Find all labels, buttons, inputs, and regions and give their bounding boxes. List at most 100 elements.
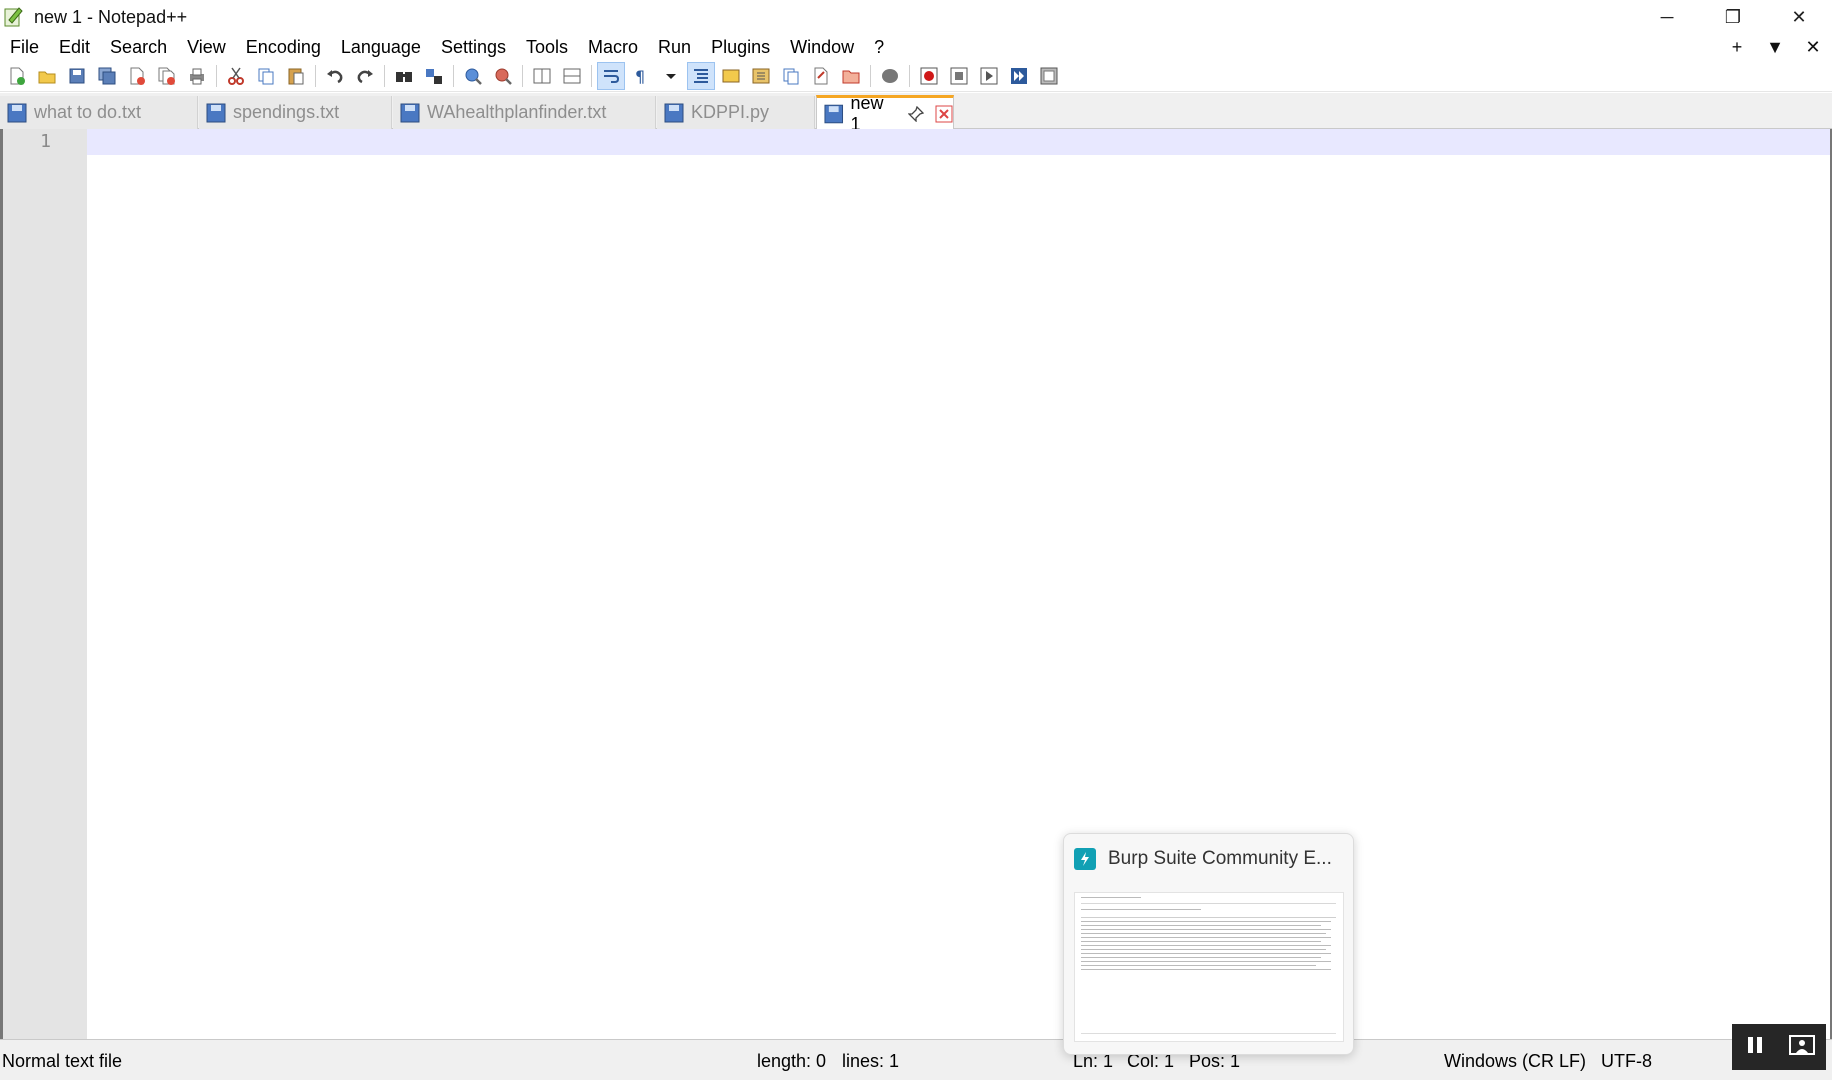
stop-macro-icon[interactable] [946,63,972,89]
menu-macro[interactable]: Macro [578,37,648,58]
toolbar-separator [870,64,871,87]
length-label: length: 0 [757,1051,827,1071]
undo-icon[interactable] [322,63,348,89]
preview-thumbnail [1074,892,1344,1042]
copy-icon[interactable] [253,63,279,89]
tab-label: WAhealthplanfinder.txt [427,102,607,122]
thumbnail-line [1081,941,1321,942]
thumbnail-line [1081,945,1331,946]
taskbar-preview[interactable]: Burp Suite Community E... [1063,833,1354,1055]
tab-kdppi[interactable]: KDPPI.py [657,96,815,129]
thumbnail-line [1081,925,1321,926]
sync-vertical-icon[interactable] [529,63,555,89]
toolbar: ¶ [0,60,1832,92]
monitoring-icon[interactable] [877,63,903,89]
line-number-gutter: 1 [3,129,87,1039]
thumbnail-line [1081,921,1331,922]
tab-bar: what to do.txt spendings.txt WAhealthpla… [0,93,1832,134]
restore-button[interactable]: ❐ [1700,0,1766,34]
paste-icon[interactable] [283,63,309,89]
picture-in-picture-icon[interactable] [1788,1034,1815,1061]
tab-spendings[interactable]: spendings.txt [199,96,392,129]
toolbar-separator [315,64,316,87]
new-file-icon[interactable] [4,63,30,89]
close-window-button[interactable]: ✕ [1766,0,1832,34]
file-type-label: Normal text file [2,1051,123,1071]
close-all-icon[interactable] [154,63,180,89]
thumbnail-line [1081,965,1316,966]
save-icon[interactable] [64,63,90,89]
disk-icon [7,103,27,122]
menu-file[interactable]: File [0,37,49,58]
thumbnail-line [1081,953,1331,954]
indent-guide-icon[interactable] [687,61,715,90]
word-wrap-icon[interactable] [597,61,625,90]
show-all-characters-icon[interactable]: ¶ [628,63,654,89]
doc-map-icon[interactable] [718,63,744,89]
menu-language[interactable]: Language [331,37,431,58]
title-bar: new 1 - Notepad++ ─ ❐ ✕ [0,0,1832,34]
tab-new-1[interactable]: new 1 [816,93,954,134]
play-macro-icon[interactable] [976,63,1002,89]
thumbnail-line [1081,917,1336,918]
toolbar-separator [909,64,910,87]
thumbnail-line [1081,897,1141,898]
save-macro-icon[interactable] [1036,63,1062,89]
burp-suite-icon [1074,848,1096,870]
chevron-down-icon[interactable] [658,63,684,89]
menu-tools[interactable]: Tools [516,37,578,58]
menu-edit[interactable]: Edit [49,37,100,58]
tab-list-dropdown-button[interactable]: ▼ [1756,37,1794,58]
menu-settings[interactable]: Settings [431,37,516,58]
encoding-label[interactable]: UTF-8 [1601,1051,1652,1072]
record-macro-icon[interactable] [916,63,942,89]
find-icon[interactable] [391,63,417,89]
toolbar-separator [453,64,454,87]
minimize-button[interactable]: ─ [1634,0,1700,34]
doc-list-icon[interactable] [808,63,834,89]
tab-what-to-do[interactable]: what to do.txt [0,96,198,129]
print-icon[interactable] [184,63,210,89]
cut-icon[interactable] [223,63,249,89]
menu-plugins[interactable]: Plugins [701,37,780,58]
toolbar-separator [384,64,385,87]
overlay-controls [1732,1024,1826,1070]
open-file-icon[interactable] [34,63,60,89]
zoom-in-icon[interactable] [460,63,486,89]
new-tab-button[interactable]: + [1718,37,1756,58]
pause-icon[interactable] [1744,1034,1766,1061]
zoom-out-icon[interactable] [490,63,516,89]
run-macro-multiple-icon[interactable] [1006,63,1032,89]
disk-icon [400,103,420,122]
folder-icon[interactable] [838,63,864,89]
replace-icon[interactable] [421,63,447,89]
thumbnail-line [1081,1033,1336,1034]
disk-icon [664,103,684,122]
tab-wahealthplanfinder[interactable]: WAhealthplanfinder.txt [393,96,656,129]
menu-view[interactable]: View [177,37,236,58]
menu-run[interactable]: Run [648,37,701,58]
save-all-icon[interactable] [94,63,120,89]
sync-horizontal-icon[interactable] [559,63,585,89]
function-list-icon[interactable] [748,63,774,89]
menu-encoding[interactable]: Encoding [236,37,331,58]
current-line-highlight [87,129,1830,155]
tab-label: what to do.txt [34,102,142,122]
thumbnail-line [1081,909,1201,910]
lines-label: lines: 1 [842,1051,900,1071]
menu-help[interactable]: ? [864,37,894,58]
toolbar-separator [522,64,523,87]
redo-icon[interactable] [352,63,378,89]
close-tab-icon[interactable] [935,105,953,123]
editor-area[interactable]: 1 [0,129,1832,1039]
tab-label: spendings.txt [233,102,340,122]
close-icon[interactable] [124,63,150,89]
close-document-button[interactable]: ✕ [1794,37,1832,58]
thumbnail-line [1081,949,1326,950]
pin-icon[interactable] [907,105,925,123]
menu-search[interactable]: Search [100,37,177,58]
folder-as-workspace-icon[interactable] [778,63,804,89]
thumbnail-line [1081,969,1331,970]
eol-format-label[interactable]: Windows (CR LF) [1444,1051,1586,1072]
menu-window[interactable]: Window [780,37,864,58]
